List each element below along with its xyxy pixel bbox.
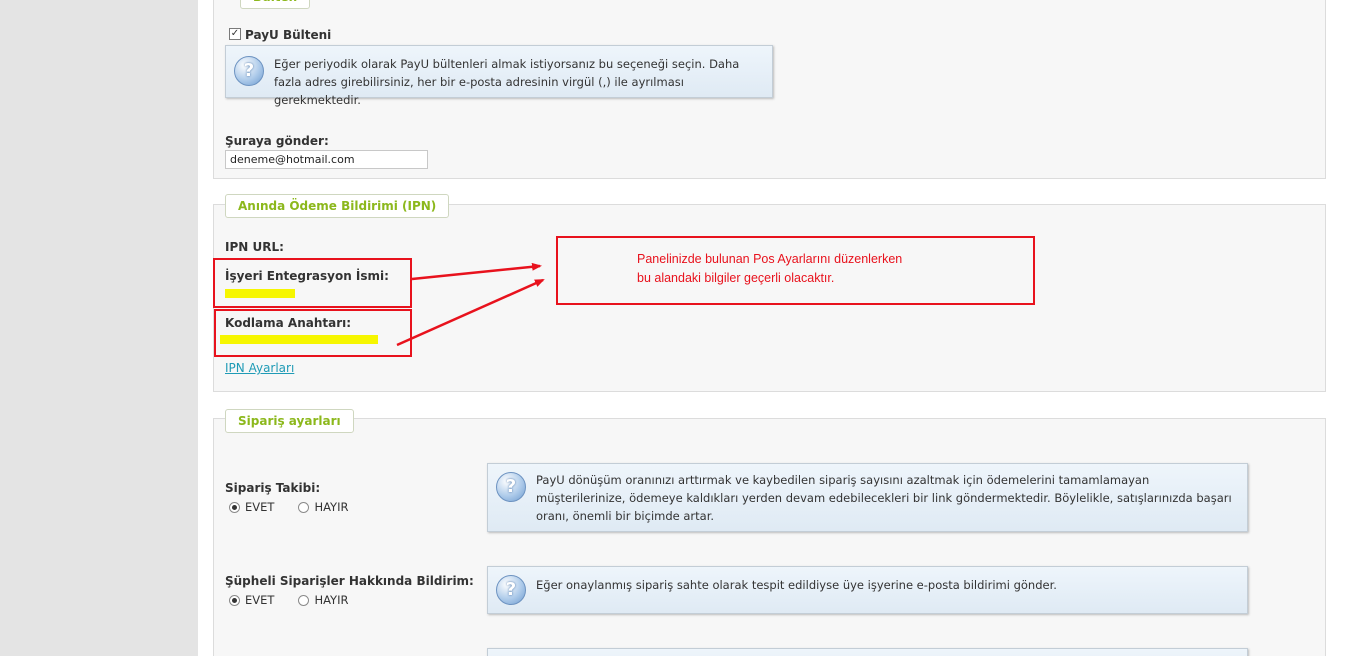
suspicious-orders-info-box: ? Eğer onaylanmış sipariş sahte olarak t…	[487, 566, 1248, 614]
order-tracking-yes-label: EVET	[245, 500, 275, 514]
secret-key-highlight-box	[214, 309, 412, 357]
left-sidebar-background	[0, 0, 198, 656]
newsletter-checkbox-label: PayU Bülteni	[245, 28, 332, 42]
send-to-label: Şuraya gönder:	[225, 134, 329, 148]
suspicious-yes-radio[interactable]	[229, 594, 240, 606]
order-tracking-yes-option[interactable]: EVET	[229, 500, 274, 514]
order-tracking-no-option[interactable]: HAYIR	[298, 500, 348, 514]
question-icon: ?	[496, 575, 526, 605]
newsletter-checkbox[interactable]: ✓	[229, 28, 241, 40]
suspicious-orders-label: Şüpheli Siparişler Hakkında Bildirim:	[225, 574, 474, 588]
ipn-legend: Anında Ödeme Bildirimi (IPN)	[225, 194, 450, 218]
suspicious-no-radio[interactable]	[298, 594, 310, 606]
suspicious-orders-options: EVET HAYIR	[229, 593, 372, 607]
send-to-email-input[interactable]	[225, 150, 428, 169]
order-settings-fieldset: Sipariş ayarları Sipariş Takibi: EVET HA…	[213, 409, 1326, 656]
annotation-line-2: bu alandaki bilgiler geçerli olacaktır.	[637, 271, 835, 285]
order-tracking-label: Sipariş Takibi:	[225, 481, 321, 495]
newsletter-info-text: Eğer periyodik olarak PayU bültenleri al…	[274, 57, 740, 107]
suspicious-yes-label: EVET	[245, 593, 275, 607]
question-icon: ?	[234, 56, 264, 86]
ipn-url-label: IPN URL:	[225, 240, 284, 254]
suspicious-yes-option[interactable]: EVET	[229, 593, 274, 607]
order-tracking-no-radio[interactable]	[298, 501, 310, 513]
newsletter-fieldset: Bülten ✓ PayU Bülteni ? Eğer periyodik o…	[213, 0, 1326, 179]
question-icon: ?	[496, 472, 526, 502]
order-settings-legend: Sipariş ayarları	[225, 409, 354, 433]
order-tracking-yes-radio[interactable]	[229, 501, 240, 513]
order-tracking-no-label: HAYIR	[314, 500, 349, 514]
annotation-line-1: Panelinizde bulunan Pos Ayarlarını düzen…	[637, 252, 903, 266]
newsletter-info-box: ? Eğer periyodik olarak PayU bültenleri …	[225, 45, 773, 107]
order-tracking-info-box: ? PayU dönüşüm oranınızı arttırmak ve ka…	[487, 463, 1248, 532]
suspicious-orders-info-text: Eğer onaylanmış sipariş sahte olarak tes…	[536, 578, 1057, 592]
newsletter-legend: Bülten	[240, 0, 311, 9]
merchant-name-highlight-box	[213, 258, 412, 308]
ipn-settings-link[interactable]: IPN Ayarları	[225, 361, 294, 375]
next-info-box	[487, 648, 1248, 656]
order-tracking-info-text: PayU dönüşüm oranınızı arttırmak ve kayb…	[536, 473, 1232, 523]
suspicious-no-label: HAYIR	[314, 593, 349, 607]
order-tracking-options: EVET HAYIR	[229, 500, 372, 514]
suspicious-no-option[interactable]: HAYIR	[298, 593, 348, 607]
